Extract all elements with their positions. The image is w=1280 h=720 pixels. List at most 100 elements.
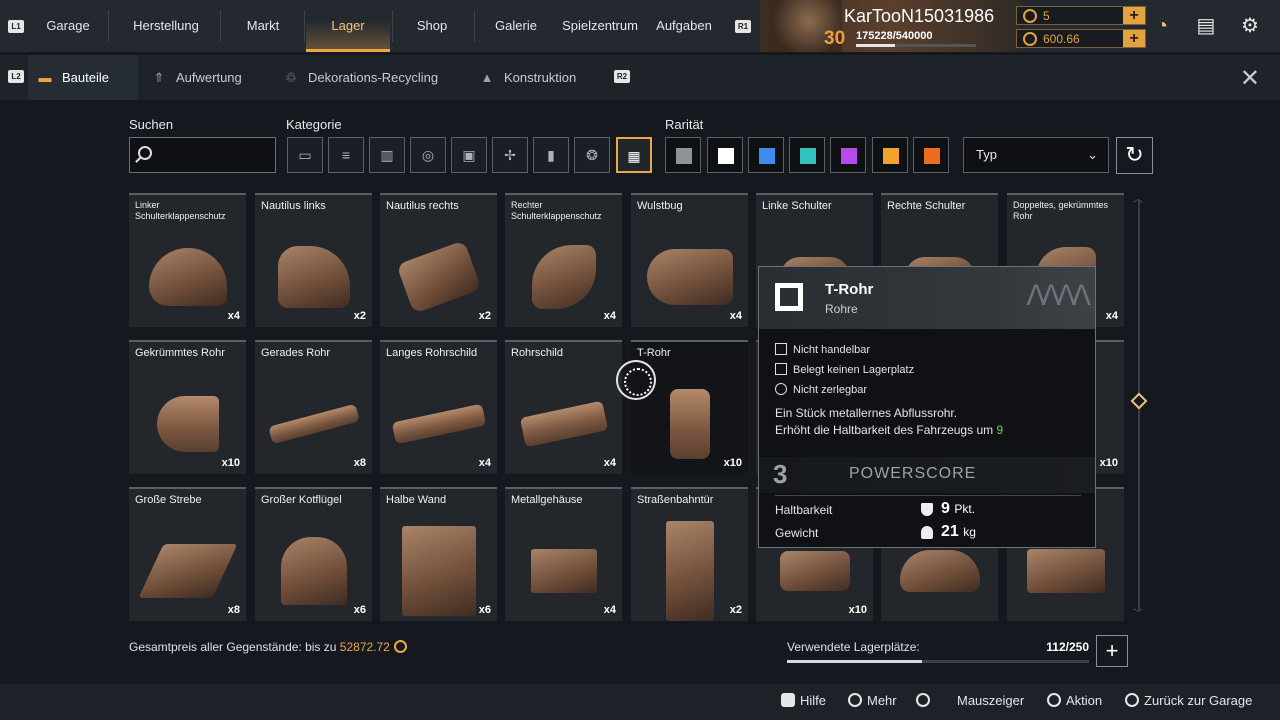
storage-bar [787, 660, 1089, 663]
category-decor-icon[interactable]: ❂ [574, 137, 610, 173]
subtab-label: Bauteile [62, 70, 109, 85]
hint-action[interactable]: Aktion [1047, 693, 1102, 708]
category-frame-icon[interactable]: ▣ [451, 137, 487, 173]
stat-durability-label: Haltbarkeit [775, 503, 833, 517]
description-line: Ein Stück metallernes Abflussrohr. [775, 406, 958, 420]
coupon-icon [1023, 9, 1037, 23]
subtab-bauteile[interactable]: ▬ Bauteile [28, 55, 138, 100]
refresh-button[interactable]: ↻ [1116, 137, 1153, 174]
item-card[interactable]: Gekrümmtes Rohr x10 [129, 340, 246, 474]
add-coupons-button[interactable]: + [1123, 7, 1145, 24]
rarity-common[interactable] [665, 137, 701, 173]
stat-unit: Pkt. [954, 502, 976, 516]
rarity-ordinary[interactable] [707, 137, 743, 173]
item-name: Doppeltes, gekrümmtes Rohr [1013, 200, 1109, 221]
hint-more[interactable]: Mehr [848, 693, 897, 708]
scrollbar[interactable]: ︿ ﹀ [1130, 194, 1148, 620]
expand-storage-button[interactable]: + [1096, 635, 1128, 667]
item-card[interactable]: Halbe Wand x6 [380, 487, 497, 621]
category-cabin-icon[interactable]: ▭ [287, 137, 323, 173]
hint-label: Mauszeiger [957, 693, 1025, 708]
item-tooltip: T-Rohr Rohre ᐱᐱᐱᐱ Nicht handelbar Belegt… [758, 266, 1096, 548]
player-profile[interactable]: KarTooN15031986 30 175228/540000 [760, 0, 1020, 52]
rarity-special[interactable] [789, 137, 825, 173]
item-card[interactable]: Straßenbahntür x2 [631, 487, 748, 621]
subtab-label: Konstruktion [504, 70, 577, 85]
item-quantity: x10 [1099, 457, 1118, 469]
tab-galerie[interactable]: Galerie [486, 0, 546, 52]
hint-cursor[interactable]: Mauszeiger [916, 693, 1024, 708]
search-input[interactable] [129, 137, 276, 173]
category-all-icon[interactable]: ▦ [616, 137, 652, 173]
total-price-label: Gesamtpreis aller Gegenstände: bis zu [129, 640, 337, 654]
currency-coins: 600.66 + [1016, 29, 1146, 48]
rarity-epic[interactable] [830, 137, 866, 173]
refresh-icon: ↻ [1125, 142, 1144, 167]
item-quantity: x4 [227, 310, 240, 322]
rarity-rare[interactable] [748, 137, 784, 173]
category-wheel-icon[interactable]: ◎ [410, 137, 446, 173]
item-card[interactable]: Wulstbug x4 [631, 193, 748, 327]
speedometer-icon[interactable]: ◔ [1150, 14, 1174, 38]
item-name: Langes Rohrschild [386, 347, 478, 359]
category-engine-icon[interactable]: ▥ [369, 137, 405, 173]
add-coins-button[interactable]: + [1123, 30, 1145, 47]
item-card[interactable]: Rechter Schulterklappenschutz x4 [505, 193, 622, 327]
item-card[interactable]: Große Strebe x8 [129, 487, 246, 621]
item-card[interactable]: Linker Schulterklappenschutz x4 [129, 193, 246, 327]
storage-usage: Verwendete Lagerplätze: 112/250 [787, 640, 1089, 663]
rarity-legendary[interactable] [872, 137, 908, 173]
hint-help[interactable]: Hilfe [781, 693, 826, 708]
item-quantity: x10 [221, 457, 240, 469]
search-label: Suchen [129, 117, 174, 132]
close-icon[interactable]: ✕ [1240, 64, 1260, 93]
triangle-icon [848, 693, 862, 707]
powerscore-value: 3 [773, 459, 788, 489]
search-icon [138, 146, 152, 160]
top-nav: L1 Garage Herstellung Markt Lager Shop G… [0, 0, 1280, 52]
tab-aufgaben[interactable]: Aufgaben [652, 0, 716, 52]
item-card[interactable]: Nautilus rechts x2 [380, 193, 497, 327]
item-card[interactable]: T-Rohr x10 [631, 340, 748, 474]
item-card[interactable]: Langes Rohrschild x4 [380, 340, 497, 474]
flag-label: Nicht zerlegbar [793, 384, 867, 396]
r2-button-hint: R2 [614, 70, 630, 83]
item-quantity: x4 [1105, 310, 1118, 322]
tab-garage[interactable]: Garage [36, 0, 100, 52]
subtab-aufwertung[interactable]: ⇑ Aufwertung [150, 55, 260, 100]
item-quantity: x4 [603, 604, 616, 616]
item-image [156, 395, 219, 452]
no-dismantle-icon [775, 383, 787, 395]
item-card[interactable]: Rohrschild x4 [505, 340, 622, 474]
category-module-icon[interactable]: ✢ [492, 137, 528, 173]
tab-markt[interactable]: Markt [234, 0, 292, 52]
gear-icon[interactable]: ⚙ [1238, 14, 1262, 38]
total-price: Gesamtpreis aller Gegenstände: bis zu 52… [129, 640, 407, 654]
item-card[interactable]: Großer Kotflügel x6 [255, 487, 372, 621]
category-weapon-icon[interactable]: ≡ [328, 137, 364, 173]
shield-icon [921, 503, 933, 516]
rarity-relic[interactable] [913, 137, 949, 173]
subtab-konstruktion[interactable]: ▲ Konstruktion [478, 55, 598, 100]
type-select[interactable]: Typ ⌄ [963, 137, 1109, 173]
tab-lager[interactable]: Lager [306, 0, 390, 52]
news-icon[interactable]: ▤ [1194, 14, 1218, 38]
item-card[interactable]: Metallgehäuse x4 [505, 487, 622, 621]
tab-herstellung[interactable]: Herstellung [122, 0, 210, 52]
chevron-down-icon: ⌄ [1087, 147, 1098, 162]
category-paint-icon[interactable]: ▮ [533, 137, 569, 173]
hint-back-to-garage[interactable]: Zurück zur Garage [1125, 693, 1252, 708]
item-image [148, 247, 227, 306]
scroll-down-icon: ﹀ [1133, 609, 1143, 620]
item-card[interactable]: Nautilus links x2 [255, 193, 372, 327]
nav-divider [474, 10, 475, 42]
item-image [530, 548, 597, 593]
button-hints-bar: Hilfe Mehr Mauszeiger Aktion Zurück zur … [0, 684, 1280, 720]
player-level: 30 [824, 28, 846, 49]
subtab-dekorations-recycling[interactable]: ♲ Dekorations-Recycling [282, 55, 452, 100]
item-card[interactable]: Gerades Rohr x8 [255, 340, 372, 474]
scroll-thumb[interactable] [1130, 392, 1148, 410]
tab-spielzentrum[interactable]: Spielzentrum [556, 0, 644, 52]
item-quantity: x10 [848, 604, 867, 616]
tab-shop[interactable]: Shop [404, 0, 460, 52]
